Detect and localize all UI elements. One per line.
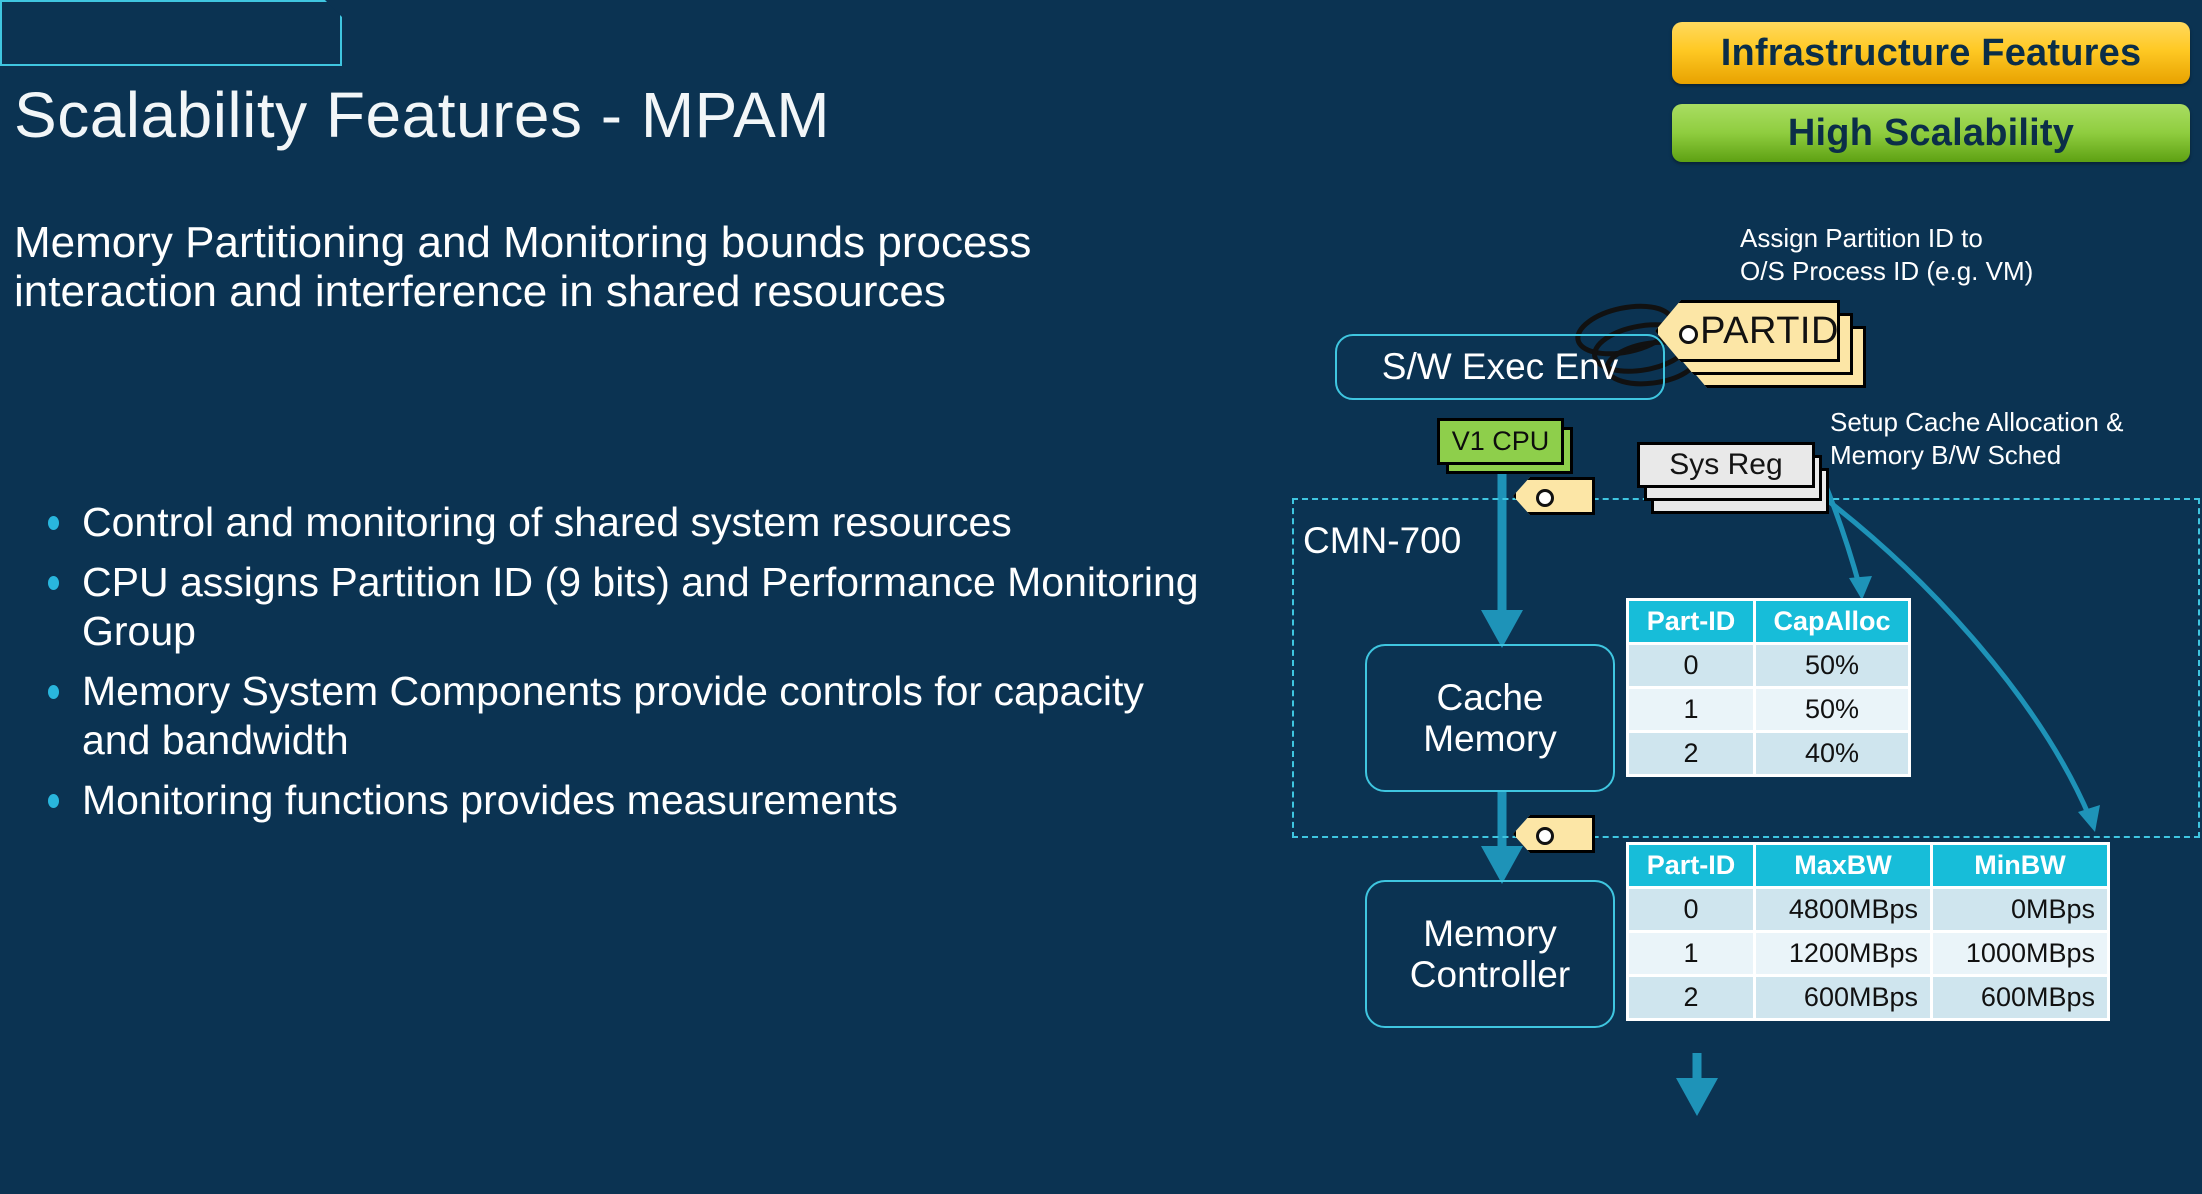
column-header: Part-ID [1629,601,1753,642]
table-row: 2 40% [1629,733,1908,774]
cell-maxbw: 600MBps [1756,977,1930,1018]
node-dram: DRAM [0,0,342,66]
annotation-line: O/S Process ID (e.g. VM) [1740,255,2034,286]
tag-partid-marker-memctrl [1513,815,1595,853]
cell-minbw: 1000MBps [1933,933,2107,974]
cache-allocation-table: Part-ID CapAlloc 0 50% 1 50% 2 40% [1626,598,1911,777]
cell-capalloc: 50% [1756,689,1908,730]
node-sys-reg: Sys Reg [1637,442,1815,488]
slide-canvas: Infrastructure Features High Scalability… [0,0,2202,1194]
table-row: 1 1200MBps 1000MBps [1629,933,2107,974]
tag-hole-icon [1536,489,1554,507]
cell-part-id: 1 [1629,689,1753,730]
node-cache-memory-line2: Memory [1423,718,1557,759]
annotation-assign-partition-id: Assign Partition ID to O/S Process ID (e… [1740,222,2033,287]
cell-maxbw: 4800MBps [1756,889,1930,930]
column-header: MinBW [1933,845,2107,886]
table-row: 2 600MBps 600MBps [1629,977,2107,1018]
cell-capalloc: 50% [1756,645,1908,686]
tag-hole-icon [1536,827,1554,845]
bandwidth-table: Part-ID MaxBW MinBW 0 4800MBps 0MBps 1 1… [1626,842,2110,1021]
column-header: Part-ID [1629,845,1753,886]
node-v1-cpu-group: V1 CPU [1437,418,1573,474]
cell-part-id: 2 [1629,733,1753,774]
cell-minbw: 0MBps [1933,889,2107,930]
cell-minbw: 600MBps [1933,977,2107,1018]
node-cache-memory-line1: Cache [1436,676,1544,718]
tag-partid-label: PARTID [1700,309,1839,352]
tag-hole-icon [1679,325,1698,344]
column-header: CapAlloc [1756,601,1908,642]
cell-part-id: 1 [1629,933,1753,974]
annotation-line: Setup Cache Allocation & [1830,407,2124,437]
node-cache-memory: Cache Memory [1365,644,1615,792]
region-cmn-700-label: CMN-700 [1303,520,1462,561]
mpam-block-diagram: CMN-700 S/W Exec Env V1 CPU Sys Reg PART… [0,0,2202,1194]
table-row: 0 50% [1629,645,1908,686]
cell-part-id: 0 [1629,889,1753,930]
node-sys-reg-group: Sys Reg [1637,442,1837,514]
annotation-line: Assign Partition ID to [1740,223,1983,253]
annotation-setup-cache-allocation: Setup Cache Allocation & Memory B/W Sche… [1830,406,2123,471]
table-header-row: Part-ID MaxBW MinBW [1629,845,2107,886]
column-header: MaxBW [1756,845,1930,886]
tag-partid-marker-cache [1513,477,1595,515]
node-memory-controller-line2: Controller [1409,954,1571,995]
arrow-memctrl-to-dram [1676,1053,1718,1116]
table-row: 1 50% [1629,689,1908,730]
table-row: 0 4800MBps 0MBps [1629,889,2107,930]
cell-maxbw: 1200MBps [1756,933,1930,974]
node-memory-controller-line1: Memory [1423,912,1557,954]
node-sw-exec-env: S/W Exec Env [1335,334,1665,400]
cell-part-id: 2 [1629,977,1753,1018]
cell-capalloc: 40% [1756,733,1908,774]
table-header-row: Part-ID CapAlloc [1629,601,1908,642]
node-memory-controller: Memory Controller [1365,880,1615,1028]
annotation-line: Memory B/W Sched [1830,439,2062,470]
node-v1-cpu: V1 CPU [1437,418,1564,465]
tag-partid-group: PARTID [1655,300,1905,388]
cell-part-id: 0 [1629,645,1753,686]
